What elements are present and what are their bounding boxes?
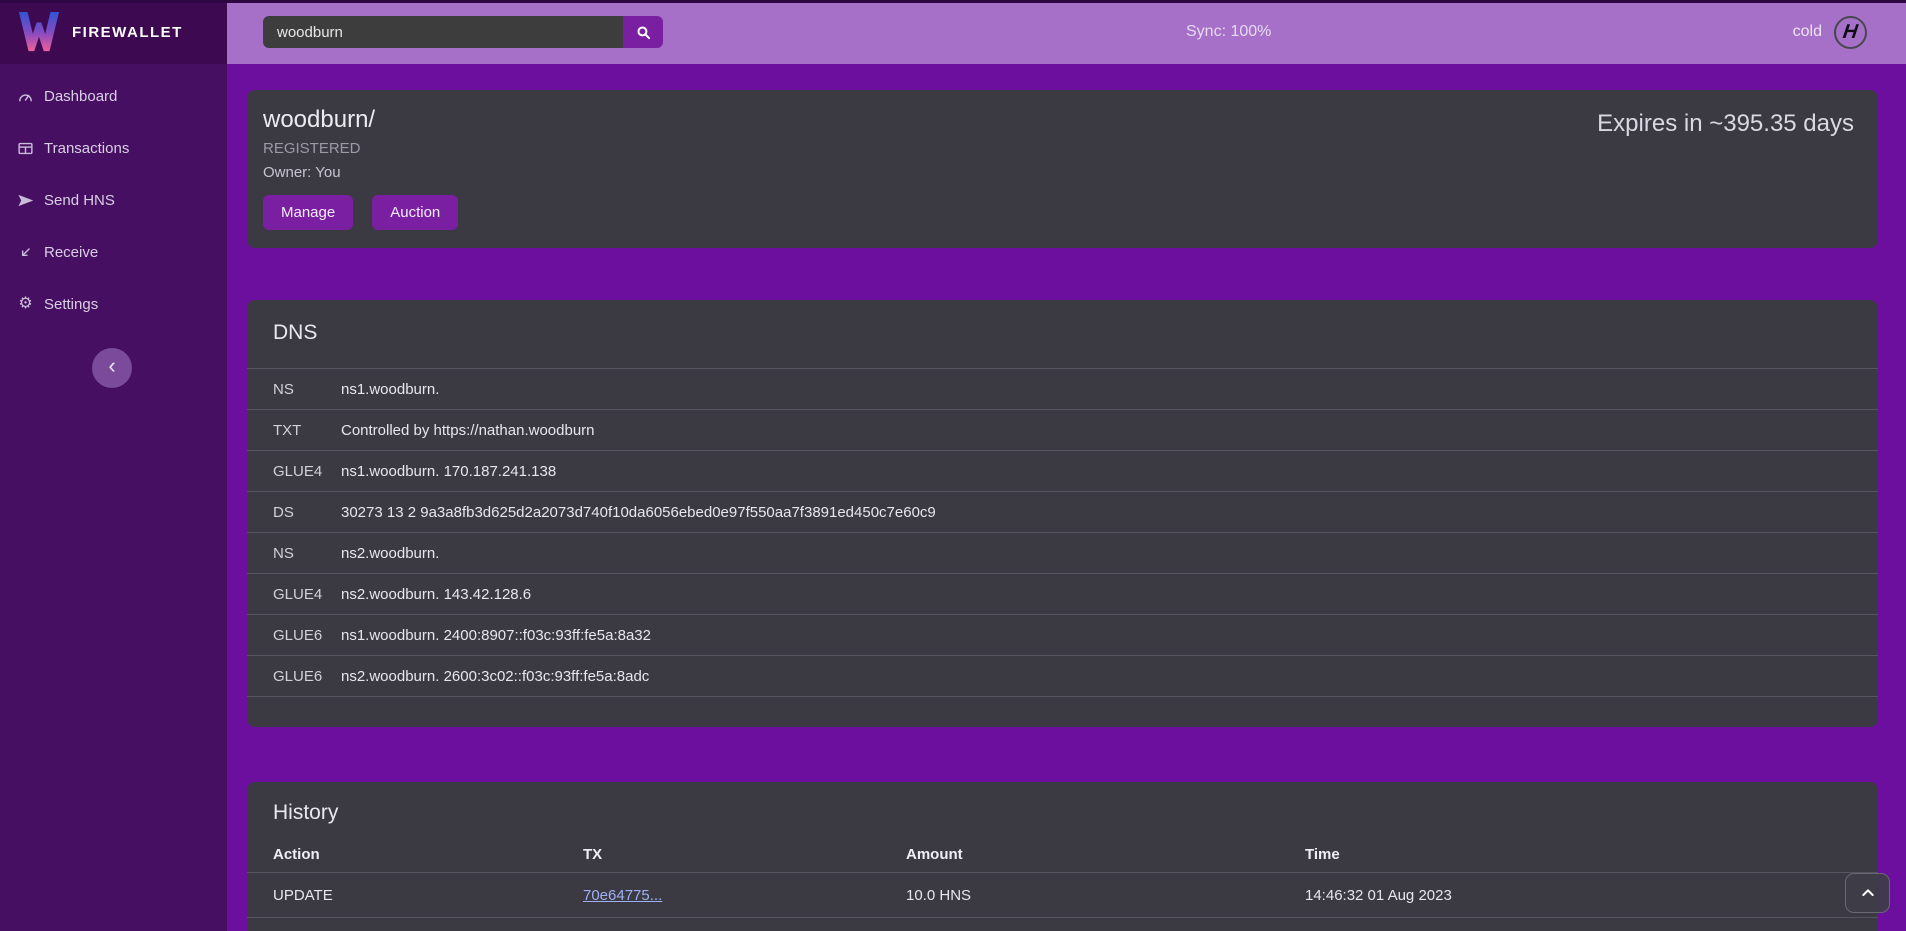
manage-button[interactable]: Manage bbox=[263, 195, 353, 230]
sidebar-item-label: Settings bbox=[44, 296, 98, 313]
dns-table: NSns1.woodburn.TXTControlled by https://… bbox=[247, 369, 1878, 697]
scroll-to-top-button[interactable] bbox=[1845, 873, 1890, 913]
dns-record-value: ns1.woodburn. 2400:8907::f03c:93ff:fe5a:… bbox=[341, 627, 651, 644]
sidebar-item-label: Receive bbox=[44, 244, 98, 261]
dns-record-type: NS bbox=[273, 545, 341, 562]
dns-record-type: TXT bbox=[273, 422, 341, 439]
sidebar-item-dashboard[interactable]: Dashboard bbox=[0, 80, 227, 112]
dns-record-value: ns2.woodburn. 2600:3c02::f03c:93ff:fe5a:… bbox=[341, 668, 649, 685]
history-tx-cell: 70e64775... bbox=[583, 887, 906, 904]
auction-button[interactable]: Auction bbox=[372, 195, 458, 230]
dns-record-row: GLUE6ns1.woodburn. 2400:8907::f03c:93ff:… bbox=[247, 615, 1878, 656]
sidebar: FIREWALLET Dashboard Transactions bbox=[0, 0, 227, 931]
history-title: History bbox=[247, 798, 1878, 828]
column-header-amount: Amount bbox=[906, 846, 1305, 863]
sidebar-item-receive[interactable]: Receive bbox=[0, 236, 227, 268]
dns-record-type: GLUE6 bbox=[273, 668, 341, 685]
domain-actions: Manage Auction bbox=[263, 195, 1854, 230]
column-header-action: Action bbox=[273, 846, 583, 863]
table-icon bbox=[17, 140, 34, 157]
dns-record-row: DS30273 13 2 9a3a8fb3d625d2a2073d740f10d… bbox=[247, 492, 1878, 533]
brand-name: FIREWALLET bbox=[72, 24, 183, 41]
dns-record-value: ns1.woodburn. bbox=[341, 381, 439, 398]
dns-record-type: GLUE4 bbox=[273, 463, 341, 480]
history-header-row: Action TX Amount Time bbox=[247, 836, 1878, 872]
history-card: History Action TX Amount Time UPDATE70e6… bbox=[247, 782, 1878, 931]
sidebar-collapse-button[interactable]: ‹ bbox=[92, 348, 132, 388]
dns-record-row: GLUE6ns2.woodburn. 2600:3c02::f03c:93ff:… bbox=[247, 656, 1878, 697]
dns-record-value: ns2.woodburn. bbox=[341, 545, 439, 562]
dns-record-value: Controlled by https://nathan.woodburn bbox=[341, 422, 595, 439]
search-icon bbox=[635, 24, 652, 41]
column-header-tx: TX bbox=[583, 846, 906, 863]
tx-link[interactable]: 70e64775... bbox=[583, 887, 662, 904]
domain-status: REGISTERED bbox=[263, 139, 1854, 159]
arrow-down-left-icon bbox=[17, 244, 34, 261]
sidebar-item-settings[interactable]: ⚙ Settings bbox=[0, 288, 227, 320]
dns-record-value: ns1.woodburn. 170.187.241.138 bbox=[341, 463, 556, 480]
chevron-up-icon bbox=[1860, 885, 1876, 901]
dns-record-row: NSns2.woodburn. bbox=[247, 533, 1878, 574]
dns-record-row: TXTControlled by https://nathan.woodburn bbox=[247, 410, 1878, 451]
domain-card: woodburn/ REGISTERED Owner: You Manage A… bbox=[247, 90, 1878, 248]
window-top-edge bbox=[0, 0, 1906, 3]
column-header-time: Time bbox=[1305, 846, 1878, 863]
dns-record-row: NSns1.woodburn. bbox=[247, 369, 1878, 410]
firewallet-logo-icon bbox=[16, 11, 62, 53]
main-content: woodburn/ REGISTERED Owner: You Manage A… bbox=[227, 64, 1906, 931]
history-time: 14:46:32 01 Aug 2023 bbox=[1305, 887, 1878, 904]
dns-record-row: GLUE4ns2.woodburn. 143.42.128.6 bbox=[247, 574, 1878, 615]
sidebar-item-label: Send HNS bbox=[44, 192, 115, 209]
chevron-left-icon: ‹ bbox=[108, 355, 115, 377]
gauge-icon bbox=[17, 88, 34, 105]
dns-record-type: GLUE6 bbox=[273, 627, 341, 644]
history-action: UPDATE bbox=[273, 887, 583, 904]
dns-record-value: 30273 13 2 9a3a8fb3d625d2a2073d740f10da6… bbox=[341, 504, 936, 521]
dns-record-row: GLUE4ns1.woodburn. 170.187.241.138 bbox=[247, 451, 1878, 492]
sidebar-item-transactions[interactable]: Transactions bbox=[0, 132, 227, 164]
history-row: RENEWd7e64b75...10.0 HNS15:47:36 07 Jul … bbox=[247, 917, 1878, 931]
history-row: UPDATE70e64775... 10.0 HNS14:46:32 01 Aug… bbox=[247, 872, 1878, 917]
wallet-name: cold bbox=[1793, 23, 1822, 41]
dns-record-type: NS bbox=[273, 381, 341, 398]
sidebar-nav: Dashboard Transactions Send HNS bbox=[0, 64, 227, 320]
brand-header: FIREWALLET bbox=[0, 0, 227, 64]
sync-status: Sync: 100% bbox=[1186, 0, 1271, 64]
dns-card: DNS NSns1.woodburn.TXTControlled by http… bbox=[247, 300, 1878, 727]
domain-owner: Owner: You bbox=[263, 163, 1854, 183]
sidebar-item-label: Transactions bbox=[44, 140, 129, 157]
search-group bbox=[263, 16, 663, 48]
wallet-group: cold H bbox=[1793, 0, 1867, 64]
dns-title: DNS bbox=[247, 318, 1878, 348]
gear-icon: ⚙ bbox=[17, 296, 34, 313]
history-amount: 10.0 HNS bbox=[906, 887, 1305, 904]
dns-record-type: DS bbox=[273, 504, 341, 521]
sidebar-item-send-hns[interactable]: Send HNS bbox=[0, 184, 227, 216]
dns-record-type: GLUE4 bbox=[273, 586, 341, 603]
paper-plane-icon bbox=[17, 192, 34, 209]
search-input[interactable] bbox=[263, 16, 623, 48]
sidebar-item-label: Dashboard bbox=[44, 88, 117, 105]
history-table: UPDATE70e64775... 10.0 HNS14:46:32 01 Aug… bbox=[247, 872, 1878, 931]
search-button[interactable] bbox=[623, 16, 663, 48]
topbar: Sync: 100% cold H bbox=[227, 0, 1906, 64]
expiry-label: Expires in ~395.35 days bbox=[1597, 110, 1854, 138]
handshake-h-icon[interactable]: H bbox=[1834, 16, 1867, 49]
dns-record-value: ns2.woodburn. 143.42.128.6 bbox=[341, 586, 531, 603]
